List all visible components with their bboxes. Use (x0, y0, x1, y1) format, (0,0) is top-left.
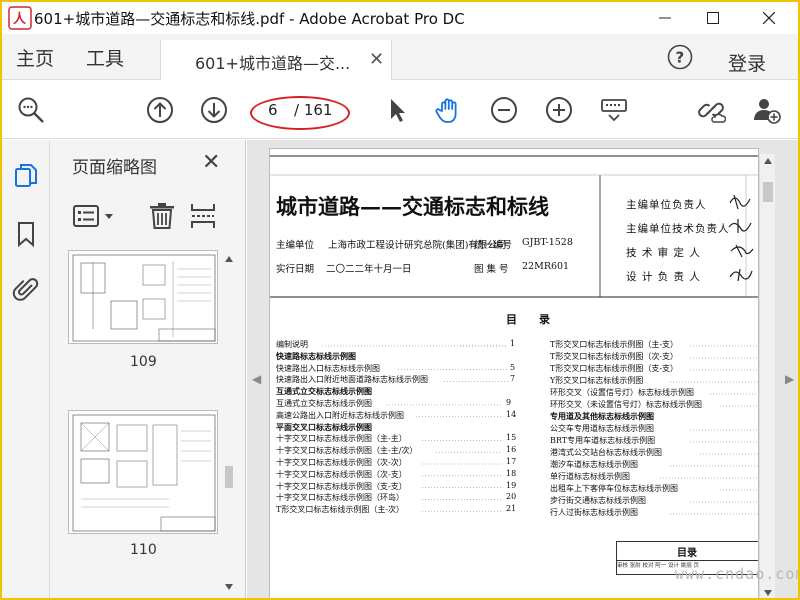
watermark-text: www.cndao.com (675, 565, 800, 583)
toc-right-section: 专用道及其他标志标线示例图 (550, 412, 654, 421)
toc-page-number: 14 (506, 409, 517, 419)
delete-page-icon[interactable] (148, 202, 176, 230)
title-bar: 人 601+城市道路—交通标志和标线.pdf - Adobe Acrobat P… (2, 2, 798, 34)
thumbnail-scrollbar[interactable] (222, 248, 236, 598)
page-down-icon[interactable] (199, 95, 229, 125)
left-tool-rail (2, 140, 50, 598)
toc-page-number: 7 (510, 374, 516, 384)
window-title: 601+城市道路—交通标志和标线.pdf - Adobe Acrobat Pro… (34, 10, 465, 28)
document-scrollbar-track (763, 158, 773, 596)
maximize-icon (707, 12, 719, 24)
thumbnail-number: 109 (130, 354, 157, 370)
pdf-page: 城市道路——交通标志和标线 主编单位 上海市政工程设计研究总院(集团)有限公司 … (269, 148, 759, 598)
maximize-button[interactable] (690, 2, 736, 34)
thumbnail-options-icon[interactable] (72, 202, 116, 230)
keyboard-icon[interactable] (599, 95, 629, 125)
thumbnail-number: 110 (130, 542, 157, 558)
toolbar: 6 / 161 (2, 81, 798, 139)
toc-right-item: 出租车上下客停车位标志标线示例图 (550, 484, 678, 493)
toc-page-number: 15 (506, 433, 517, 443)
page-up-icon[interactable] (145, 95, 175, 125)
attachment-icon[interactable] (12, 276, 40, 304)
toc-page-number: 1 (510, 339, 516, 348)
toc-right-item: BRT专用车道标志标线示例图 (550, 436, 656, 445)
toc-right-item: Y形交叉口标志标线示例图 (550, 376, 644, 385)
acrobat-window: 人 601+城市道路—交通标志和标线.pdf - Adobe Acrobat P… (0, 0, 800, 600)
add-user-icon[interactable] (752, 95, 782, 125)
thumbnail-page-109[interactable] (68, 250, 218, 344)
toc-page-number: 19 (506, 480, 517, 490)
thumbnail-page-110[interactable] (68, 410, 218, 534)
thumbnail-drawing (72, 414, 216, 532)
search-zoom-icon[interactable] (16, 95, 46, 125)
toc-right-item: T形交叉口标志标线示例图（支-支） (550, 364, 679, 373)
toc-page-number: 21 (506, 504, 517, 514)
document-tab-label: 601+城市道路—交... (195, 54, 351, 73)
document-scrollbar[interactable] (759, 154, 775, 598)
toc-right-item: 潮汐车道标志标线示例图 (550, 460, 638, 469)
page-number-highlight (250, 96, 350, 130)
toc-right-item: 步行街交通标志标线示例图 (550, 496, 646, 505)
toc-right-item: 港湾式公交站台标志标线示例图 (550, 448, 662, 457)
toc-page-number: 20 (506, 492, 517, 502)
toc-page-number: 9 (506, 398, 512, 407)
help-icon[interactable]: ? (667, 44, 693, 70)
tab-close-icon[interactable]: ✕ (369, 49, 384, 70)
toc-right-item: T形交叉口标志标线示例图（主-支） (550, 340, 679, 349)
zoom-in-icon[interactable] (544, 95, 574, 125)
title-block-heading: 目录 (677, 548, 697, 559)
menu-tools[interactable]: 工具 (86, 44, 124, 71)
select-arrow-icon[interactable] (382, 95, 412, 125)
toc-right-item: 行人过街标志标线示例图 (550, 508, 638, 517)
toc-page-number: 16 (506, 445, 517, 455)
toc-right-item: T形交叉口标志标线示例图（次-支） (550, 352, 679, 361)
next-page-arrow-icon[interactable]: ▶ (785, 372, 794, 386)
toc-page-number: 18 (506, 468, 517, 478)
hand-tool-icon[interactable] (434, 95, 464, 125)
document-tab[interactable]: 601+城市道路—交... ✕ (160, 40, 392, 80)
link-icon[interactable] (696, 95, 726, 125)
thumbnails-panel: 页面缩略图 ✕ 109 110 (50, 140, 246, 598)
zoom-out-icon[interactable] (489, 95, 519, 125)
svg-text:人: 人 (13, 11, 27, 27)
bookmark-icon[interactable] (12, 220, 40, 248)
toc-right-item: 环形交叉（设置信号灯）标志标线示例图 (550, 388, 694, 397)
thumbnail-drawing (72, 254, 216, 342)
toc-right-item: 环形交叉（未设置信号灯）标志标线示例图 (550, 400, 702, 409)
panel-title: 页面缩略图 (72, 158, 157, 178)
toc-right-item: 单行道标志标线示例图 (550, 472, 630, 481)
document-view[interactable]: ◀ ▶ 城市道路——交通标志和标线 主编单位 上海市政工程设计研究总院(集团)有… (247, 140, 800, 598)
close-icon (763, 12, 775, 24)
toc-page-number: 5 (510, 362, 516, 372)
svg-text:?: ? (676, 49, 685, 67)
toc-page-number: 17 (506, 457, 517, 466)
extract-page-icon[interactable] (190, 202, 216, 230)
page-thumbnails-icon[interactable] (12, 162, 40, 190)
menu-home[interactable]: 主页 (16, 44, 54, 71)
thumbnail-scrollbar-track (225, 256, 233, 590)
acrobat-logo-icon: 人 (8, 6, 32, 30)
toc-right-item: 公交车专用道标志标线示例图 (550, 424, 654, 433)
panel-close-icon[interactable]: ✕ (202, 150, 220, 175)
previous-page-arrow-icon[interactable]: ◀ (252, 372, 261, 386)
minimize-button[interactable] (642, 2, 688, 34)
login-button[interactable]: 登录 (728, 49, 766, 76)
minimize-icon (659, 17, 671, 19)
close-window-button[interactable] (746, 2, 792, 34)
